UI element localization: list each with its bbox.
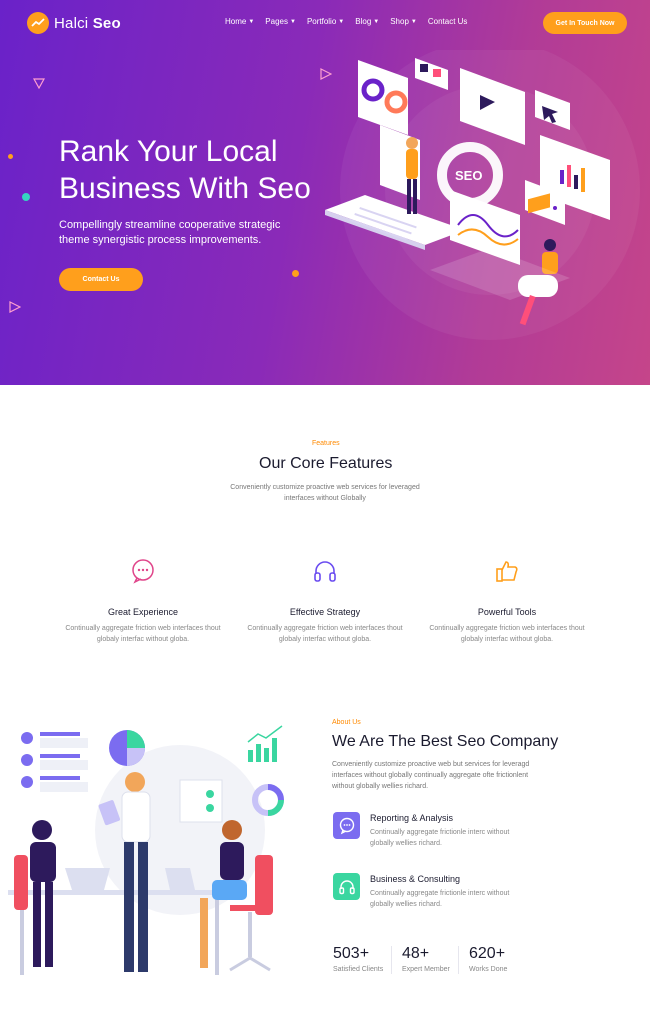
logo[interactable]: Halci Seo	[27, 12, 121, 34]
menu-item-portfolio[interactable]: Portfolio ▼	[307, 17, 344, 26]
feature-title: Great Experience	[107, 607, 179, 617]
stat-value: 48+	[402, 945, 430, 962]
stat-clients: 503+ Satisfied Clients	[333, 945, 383, 973]
top-navbar: Halci Seo Home ▼ Pages ▼ Portfolio ▼ Blog ▼ …	[0, 0, 650, 44]
features-eyebrow: Features	[312, 440, 340, 447]
chevron-down-icon: ▼	[338, 18, 345, 25]
features-title: Our Core Features	[259, 455, 393, 472]
menu-item-contact[interactable]: Contact Us	[428, 17, 468, 26]
hero-title: Rank Your Local Business With Seo	[59, 135, 311, 205]
headphones-icon	[310, 556, 340, 586]
feature-description: Continually aggregate friction web inter…	[429, 625, 585, 643]
stat-label: Expert Member	[402, 966, 450, 973]
chat-bubble-icon	[128, 556, 158, 586]
chevron-down-icon: ▼	[410, 18, 417, 25]
stat-value: 503+	[333, 945, 370, 962]
about-eyebrow: About Us	[332, 719, 361, 726]
triangle-outline-icon	[9, 301, 21, 313]
service-title: Business & Consulting	[370, 874, 461, 884]
chevron-down-icon: ▼	[289, 18, 296, 25]
logo-chart-icon	[27, 12, 49, 34]
service-description: Continually aggregate frictionle interc …	[370, 829, 510, 847]
team-working-illustration	[8, 725, 284, 975]
about-description: Conveniently customize proactive web but…	[332, 761, 530, 790]
checklist-illustration	[21, 732, 88, 792]
stat-members: 48+ Expert Member	[402, 945, 450, 973]
stat-value: 620+	[469, 945, 506, 962]
triangle-outline-icon	[33, 78, 45, 89]
menu-item-home[interactable]: Home ▼	[225, 17, 254, 26]
svg-text:SEO: SEO	[455, 168, 482, 183]
chat-bubble-icon	[333, 812, 360, 839]
chevron-down-icon: ▼	[248, 18, 255, 25]
feature-card-experience: Great Experience Continually aggregate f…	[58, 556, 228, 645]
headphones-icon	[333, 873, 360, 900]
feature-card-tools: Powerful Tools Continually aggregate fri…	[422, 556, 592, 645]
hero-section: Halci Seo Home ▼ Pages ▼ Portfolio ▼ Blog ▼ …	[0, 0, 650, 385]
feature-description: Continually aggregate friction web inter…	[65, 625, 221, 643]
logo-text: Halci Seo	[54, 14, 121, 32]
features-description: Conveniently customize proactive web ser…	[230, 484, 420, 502]
stat-label: Works Done	[469, 966, 508, 973]
dot-decoration	[8, 154, 13, 159]
get-in-touch-button[interactable]: Get In Touch Now	[543, 12, 627, 34]
hero-subtitle: Compellingly streamline cooperative stra…	[59, 219, 281, 246]
feature-description: Continually aggregate friction web inter…	[247, 625, 403, 643]
thumbs-up-icon	[492, 556, 522, 586]
feature-card-strategy: Effective Strategy Continually aggregate…	[240, 556, 410, 645]
feature-title: Powerful Tools	[477, 607, 537, 617]
feature-title: Effective Strategy	[289, 607, 361, 617]
seo-isometric-illustration: SEO	[325, 50, 640, 340]
stat-divider	[391, 946, 392, 974]
chevron-down-icon: ▼	[373, 18, 380, 25]
main-menu: Home ▼ Pages ▼ Portfolio ▼ Blog ▼ Shop ▼ Cont…	[225, 17, 467, 26]
menu-item-pages[interactable]: Pages ▼	[265, 17, 296, 26]
service-consulting: Business & Consulting Continually aggreg…	[333, 873, 510, 910]
service-reporting: Reporting & Analysis Continually aggrega…	[333, 812, 510, 849]
stat-label: Satisfied Clients	[333, 966, 384, 973]
contact-us-button[interactable]: Contact Us	[59, 268, 143, 291]
menu-item-blog[interactable]: Blog ▼	[355, 17, 379, 26]
dot-decoration	[292, 270, 299, 277]
stat-divider	[458, 946, 459, 974]
about-title: We Are The Best Seo Company	[332, 733, 559, 750]
service-description: Continually aggregate frictionle interc …	[370, 890, 510, 908]
menu-item-shop[interactable]: Shop ▼	[390, 17, 417, 26]
dot-decoration	[22, 193, 30, 201]
stat-works: 620+ Works Done	[469, 945, 507, 973]
service-title: Reporting & Analysis	[370, 813, 454, 823]
